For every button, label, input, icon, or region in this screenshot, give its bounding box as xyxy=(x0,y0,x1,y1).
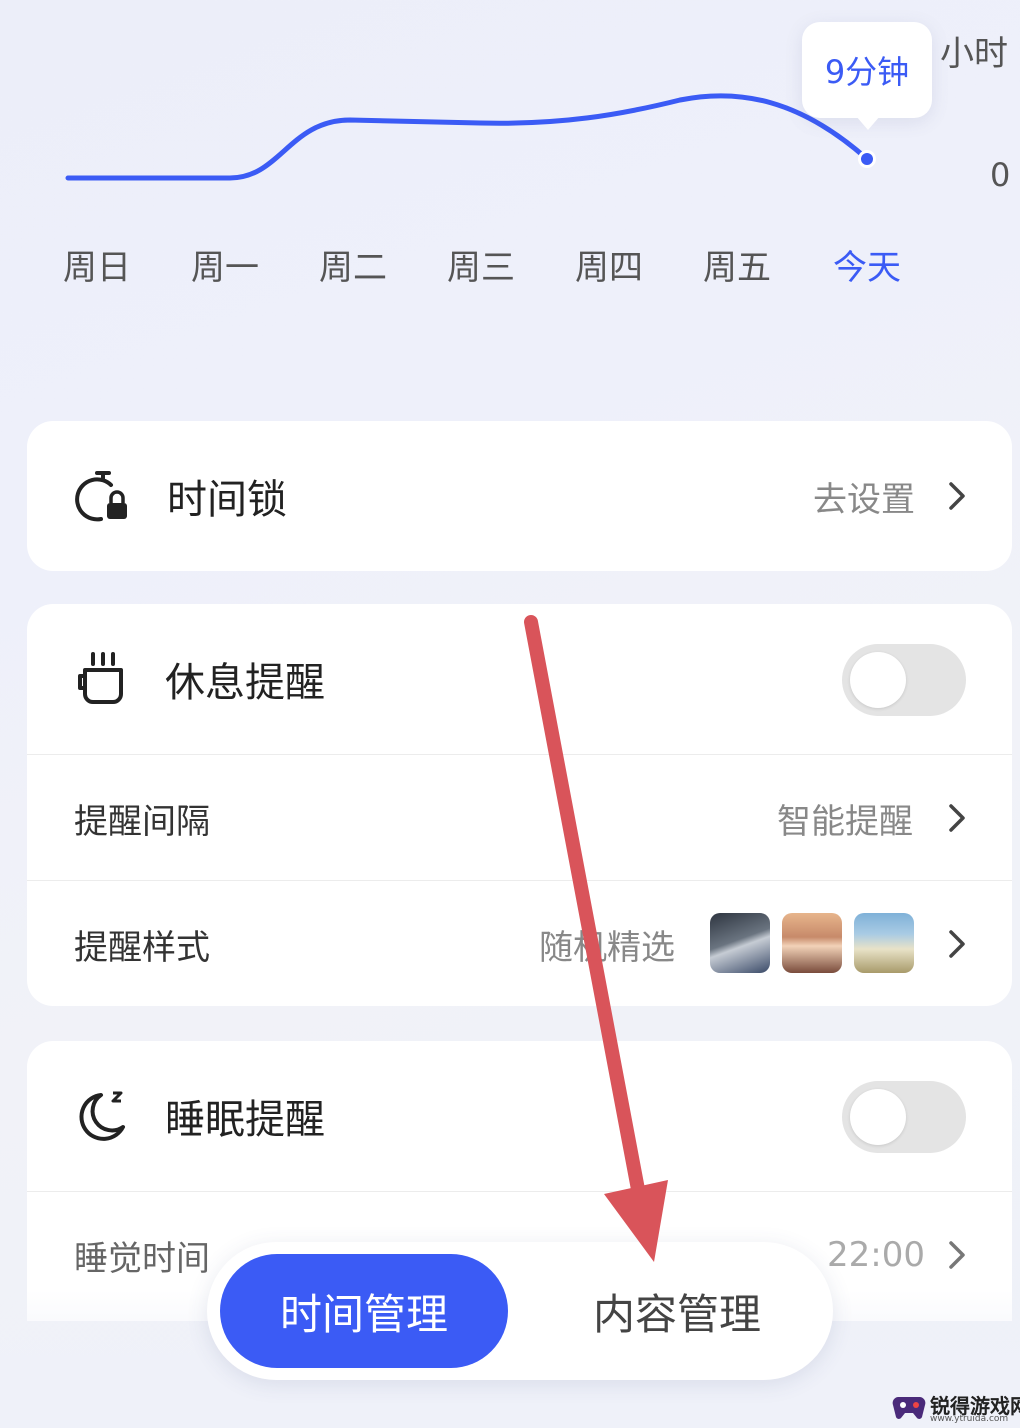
chevron-right-icon xyxy=(949,930,965,958)
today-point-inner xyxy=(861,153,873,165)
rest-reminder-title: 休息提醒 xyxy=(165,660,325,706)
usage-line xyxy=(65,93,869,181)
usage-tooltip: 9分钟 xyxy=(802,22,932,130)
sleep-reminder-row: 睡眠提醒 xyxy=(27,1041,1012,1191)
gamepad-logo-icon xyxy=(892,1397,926,1419)
day-label[interactable]: 周一 xyxy=(170,240,280,289)
day-axis: 周日 周一 周二 周三 周四 周五 今天 xyxy=(0,240,1020,290)
chevron-right-icon xyxy=(949,804,965,832)
site-watermark: 锐得游戏网 www.ytruida.com xyxy=(890,1388,1020,1424)
day-label[interactable]: 周五 xyxy=(682,240,792,289)
tab-content-management[interactable]: 内容管理 xyxy=(537,1254,817,1368)
reminder-style-label: 提醒样式 xyxy=(74,927,210,968)
time-lock-title: 时间锁 xyxy=(167,477,287,523)
y-axis-unit: 小时 xyxy=(940,34,1008,74)
usage-chart: 小时 0 9分钟 周日 周一 周二 周三 周四 周五 今天 xyxy=(0,0,1020,320)
toggle-knob xyxy=(850,1089,906,1145)
bottom-tab-bar: 时间管理 内容管理 xyxy=(207,1242,833,1380)
watermark-url: www.ytruida.com xyxy=(930,1414,1009,1424)
day-label[interactable]: 周二 xyxy=(298,240,408,289)
style-thumbnail xyxy=(782,913,842,973)
time-lock-row[interactable]: 时间锁 去设置 xyxy=(27,421,1012,571)
coffee-cup-icon xyxy=(78,652,123,704)
chevron-right-icon xyxy=(949,1241,965,1269)
day-label[interactable]: 周四 xyxy=(554,240,664,289)
rest-reminder-card: 休息提醒 提醒间隔 智能提醒 提醒样式 随机精选 xyxy=(27,604,1012,1006)
sleep-reminder-title: 睡眠提醒 xyxy=(165,1097,325,1143)
tab-time-management[interactable]: 时间管理 xyxy=(220,1254,508,1368)
rest-reminder-toggle[interactable] xyxy=(842,644,966,716)
y-axis-zero: 0 xyxy=(990,156,1011,194)
reminder-style-row[interactable]: 提醒样式 随机精选 xyxy=(27,880,1012,1007)
time-lock-value: 去设置 xyxy=(813,479,915,520)
time-lock-card[interactable]: 时间锁 去设置 xyxy=(27,421,1012,571)
reminder-style-value: 随机精选 xyxy=(539,927,675,968)
bedtime-value: 22:00 xyxy=(827,1235,925,1275)
rest-reminder-row: 休息提醒 xyxy=(27,604,1012,754)
reminder-interval-value: 智能提醒 xyxy=(777,801,913,842)
chevron-right-icon xyxy=(949,482,965,510)
reminder-interval-row[interactable]: 提醒间隔 智能提醒 xyxy=(27,754,1012,881)
sleep-reminder-toggle[interactable] xyxy=(842,1081,966,1153)
bedtime-label: 睡觉时间 xyxy=(74,1238,210,1279)
day-label-today[interactable]: 今天 xyxy=(812,240,922,289)
style-thumbnail xyxy=(854,913,914,973)
moon-zzz-icon xyxy=(79,1091,125,1141)
toggle-knob xyxy=(850,652,906,708)
day-label[interactable]: 周三 xyxy=(426,240,536,289)
style-thumbnail xyxy=(710,913,770,973)
reminder-interval-label: 提醒间隔 xyxy=(74,801,210,842)
stopwatch-lock-icon xyxy=(75,471,127,522)
day-label[interactable]: 周日 xyxy=(42,240,152,289)
